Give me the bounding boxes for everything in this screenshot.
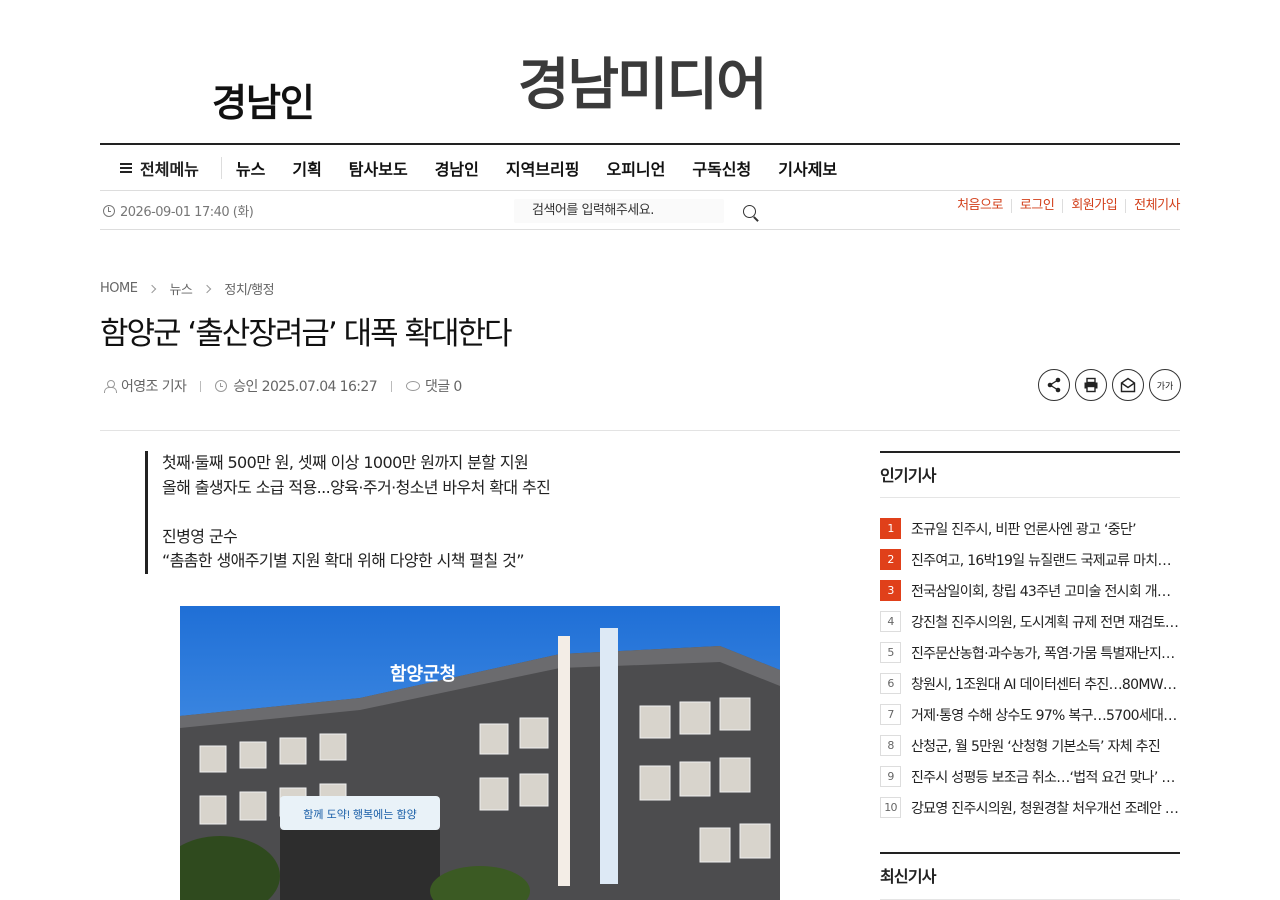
main-nav: 전체메뉴 뉴스 기획 탐사보도 경남인 지역브리핑 오피니언 구독신청 기사제보 xyxy=(100,143,1180,191)
rank-number: 8 xyxy=(880,735,901,756)
rank-number: 9 xyxy=(880,766,901,787)
divider xyxy=(200,380,202,392)
chevron-right-icon xyxy=(148,284,157,293)
summary-line: 진병영 군수 xyxy=(162,526,238,546)
link-all-articles[interactable]: 전체기사 xyxy=(1125,199,1180,213)
rank-number: 10 xyxy=(880,797,901,818)
list-item[interactable]: 5 진주문산농협·과수농가, 폭염·가뭄 특별재난지역 요청 xyxy=(880,637,1180,668)
article-photo[interactable]: 함께 도약! 행복에는 함양 함양군청 xyxy=(180,606,780,900)
article-link[interactable]: 강묘영 진주시의원, 청원경찰 처우개선 조례안 발의 xyxy=(911,798,1179,818)
rank-number: 5 xyxy=(880,642,901,663)
date-text: 2026-09-01 17:40 (화) xyxy=(120,205,254,220)
hamburger-icon xyxy=(120,162,132,173)
all-menu-label: 전체메뉴 xyxy=(140,159,199,179)
article-meta: 어영조 기자 승인 2025.07.04 16:27 댓글 0 xyxy=(104,376,462,396)
approved-time: 승인 2025.07.04 16:27 xyxy=(233,379,378,395)
user-icon xyxy=(104,380,117,393)
nav-item-regional-briefing[interactable]: 지역브리핑 xyxy=(506,156,580,180)
nav-item-opinion[interactable]: 오피니언 xyxy=(606,156,665,180)
search-icon[interactable] xyxy=(743,205,756,218)
article-link[interactable]: 전국삼일이회, 창립 43주년 고미술 전시회 개최… xyxy=(911,581,1179,601)
article-link[interactable]: 강진철 진주시의원, 도시계획 규제 전면 재검토 촉구 xyxy=(911,612,1179,632)
rank-number: 6 xyxy=(880,673,901,694)
breadcrumb-news[interactable]: 뉴스 xyxy=(169,279,192,298)
nav-item-subscribe[interactable]: 구독신청 xyxy=(692,156,751,180)
email-button[interactable] xyxy=(1112,369,1144,401)
sidebar: 인기기사 1 조규일 진주시, 비판 언론사엔 광고 ‘중단’ 2 진주여고, 16… xyxy=(880,451,1180,823)
current-date: 2026-09-01 17:40 (화) xyxy=(103,201,254,220)
article-title: 함양군 ‘출산장려금’ 대폭 확대한다 xyxy=(100,316,513,352)
share-icon xyxy=(1047,377,1061,393)
nav-item-planning[interactable]: 기획 xyxy=(292,156,321,180)
divider xyxy=(391,380,393,392)
link-home[interactable]: 처음으로 xyxy=(949,199,1011,213)
clock-icon xyxy=(215,380,228,392)
photo-sign-text: 함양군청 xyxy=(390,663,456,685)
list-item[interactable]: 1 조규일 진주시, 비판 언론사엔 광고 ‘중단’ xyxy=(880,513,1180,544)
author-name[interactable]: 어영조 기자 xyxy=(121,376,187,396)
comment-icon xyxy=(406,381,421,391)
list-item[interactable]: 9 진주시 성평등 보조금 취소…‘법적 요건 맞나’ 논란 xyxy=(880,761,1180,792)
author-info: 어영조 기자 xyxy=(104,376,187,396)
mail-icon xyxy=(1120,377,1136,393)
rank-number: 3 xyxy=(880,580,901,601)
rank-number: 4 xyxy=(880,611,901,632)
breadcrumb: HOME 뉴스 정치/행정 xyxy=(100,279,275,298)
article-link[interactable]: 거제·통영 수해 상수도 97% 복구…5700세대 급수 xyxy=(911,705,1179,725)
font-size-button[interactable]: 가가 xyxy=(1149,369,1181,401)
top-bar: 2026-09-01 17:40 (화) 검색어를 입력해주세요. 처음으로 로… xyxy=(100,191,1180,230)
list-item[interactable]: 3 전국삼일이회, 창립 43주년 고미술 전시회 개최… xyxy=(880,575,1180,606)
link-login[interactable]: 로그인 xyxy=(1010,199,1062,213)
top-links: 처음으로 로그인 회원가입 전체기사 xyxy=(949,199,1180,213)
share-button[interactable] xyxy=(1038,369,1070,401)
site-header: 경남인 경남미디어 xyxy=(0,0,1280,143)
summary-line: 첫째·둘째 500만 원, 셋째 이상 1000만 원까지 분할 지원 xyxy=(162,453,529,472)
list-item[interactable]: 7 거제·통영 수해 상수도 97% 복구…5700세대 급수 xyxy=(880,699,1180,730)
nav-item-news[interactable]: 뉴스 xyxy=(236,156,265,180)
rank-number: 7 xyxy=(880,704,901,725)
print-icon xyxy=(1084,377,1098,393)
comment-info[interactable]: 댓글 0 xyxy=(406,376,462,396)
summary-line: 올해 출생자도 소급 적용...양육·주거·청소년 바우처 확대 추진 xyxy=(162,477,551,497)
article-link[interactable]: 산청군, 월 5만원 ‘산청형 기본소득’ 자체 추진 xyxy=(911,736,1179,756)
breadcrumb-home[interactable]: HOME xyxy=(100,281,138,296)
comment-count: 댓글 0 xyxy=(425,379,462,395)
article-tools: 가가 xyxy=(1038,369,1181,401)
article-link[interactable]: 창원시, 1조원대 AI 데이터센터 추진…80MW 규모 xyxy=(911,674,1179,694)
approved-info: 승인 2025.07.04 16:27 xyxy=(215,376,378,396)
nav-item-gyeongnamin[interactable]: 경남인 xyxy=(435,156,479,180)
nav-items: 뉴스 기획 탐사보도 경남인 지역브리핑 오피니언 구독신청 기사제보 xyxy=(236,156,864,180)
popular-articles-list: 1 조규일 진주시, 비판 언론사엔 광고 ‘중단’ 2 진주여고, 16박19일 … xyxy=(880,513,1180,823)
nav-item-investigative[interactable]: 탐사보도 xyxy=(349,156,408,180)
all-menu-button[interactable]: 전체메뉴 xyxy=(100,156,222,179)
search-input[interactable]: 검색어를 입력해주세요. xyxy=(514,199,724,223)
chevron-right-icon xyxy=(203,284,212,293)
list-item[interactable]: 10 강묘영 진주시의원, 청원경찰 처우개선 조례안 발의 xyxy=(880,792,1180,823)
summary-line: “촘촘한 생애주기별 지원 확대 위해 다양한 시책 펼칠 것” xyxy=(162,551,525,570)
popular-articles-heading: 인기기사 xyxy=(880,451,1180,498)
site-logo[interactable]: 경남미디어 xyxy=(518,40,768,121)
list-item[interactable]: 8 산청군, 월 5만원 ‘산청형 기본소득’ 자체 추진 xyxy=(880,730,1180,761)
list-item[interactable]: 2 진주여고, 16박19일 뉴질랜드 국제교류 마치고 귀국 xyxy=(880,544,1180,575)
divider xyxy=(100,430,1180,431)
article-link[interactable]: 진주여고, 16박19일 뉴질랜드 국제교류 마치고 귀국 xyxy=(911,550,1179,570)
list-item[interactable]: 6 창원시, 1조원대 AI 데이터센터 추진…80MW 규모 xyxy=(880,668,1180,699)
breadcrumb-politics[interactable]: 정치/행정 xyxy=(224,279,274,298)
article-link[interactable]: 조규일 진주시, 비판 언론사엔 광고 ‘중단’ xyxy=(911,519,1179,539)
article-link[interactable]: 진주시 성평등 보조금 취소…‘법적 요건 맞나’ 논란 xyxy=(911,767,1179,787)
article-summary: 첫째·둘째 500만 원, 셋째 이상 1000만 원까지 분할 지원 올해 출… xyxy=(145,451,765,574)
article-link[interactable]: 진주문산농협·과수농가, 폭염·가뭄 특별재난지역 요청 xyxy=(911,643,1179,663)
nav-item-report-tip[interactable]: 기사제보 xyxy=(778,156,837,180)
list-item[interactable]: 4 강진철 진주시의원, 도시계획 규제 전면 재검토 촉구 xyxy=(880,606,1180,637)
clock-icon xyxy=(103,204,115,217)
photo-banner-text: 함께 도약! 행복에는 함양 xyxy=(303,807,416,821)
link-signup[interactable]: 회원가입 xyxy=(1062,199,1125,213)
latest-articles-heading: 최신기사 xyxy=(880,852,1180,900)
rank-number: 2 xyxy=(880,549,901,570)
rank-number: 1 xyxy=(880,518,901,539)
print-button[interactable] xyxy=(1075,369,1107,401)
gyeongnamin-logo[interactable]: 경남인 xyxy=(212,72,315,127)
